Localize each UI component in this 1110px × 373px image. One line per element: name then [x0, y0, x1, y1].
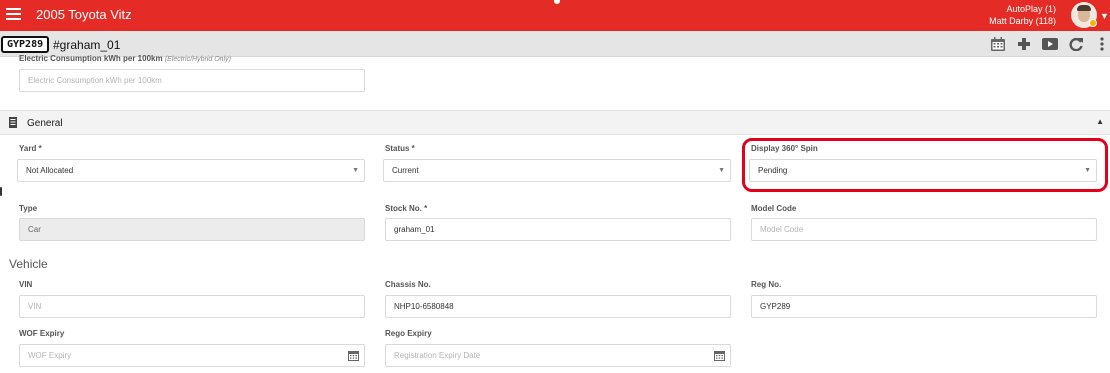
- rego-expiry-label: Rego Expiry: [385, 329, 432, 338]
- plate-badge: GYP289: [1, 36, 50, 53]
- chassis-label: Chassis No.: [385, 280, 431, 289]
- electric-consumption-hint: (Electric/Hybrid Only): [164, 56, 231, 63]
- stock-no-input[interactable]: graham_01: [385, 218, 731, 241]
- rego-expiry-placeholder: Registration Expiry Date: [394, 351, 481, 360]
- vin-label: VIN: [19, 280, 33, 289]
- edge-marker: [0, 187, 2, 196]
- model-code-label: Model Code: [751, 204, 797, 213]
- top-indicator: [554, 0, 560, 4]
- wof-expiry-input[interactable]: WOF Expiry: [19, 344, 365, 367]
- top-bar: 2005 Toyota Vitz AutoPlay (1) Matt Darby…: [0, 0, 1110, 31]
- electric-consumption-input[interactable]: Electric Consumption kWh per 100km: [19, 69, 365, 92]
- chevron-down-icon: ▼: [352, 167, 359, 174]
- yard-select[interactable]: Not Allocated ▼: [17, 159, 365, 182]
- stock-no-label: Stock No. *: [385, 204, 428, 213]
- vin-input[interactable]: VIN: [19, 295, 365, 318]
- reg-label: Reg No.: [751, 280, 782, 289]
- electric-consumption-label-text: Electric Consumption kWh per 100km: [19, 54, 163, 63]
- refresh-icon[interactable]: [1068, 37, 1084, 51]
- stock-id: #graham_01: [53, 38, 121, 52]
- more-vertical-icon[interactable]: [1097, 37, 1107, 51]
- user-name[interactable]: Matt Darby (118): [989, 15, 1056, 27]
- model-code-input[interactable]: Model Code: [751, 218, 1097, 241]
- electric-consumption-label: Electric Consumption kWh per 100km (Elec…: [19, 54, 231, 63]
- reg-input[interactable]: GYP289: [751, 295, 1097, 318]
- calendar-icon[interactable]: [714, 350, 725, 361]
- section-header-general[interactable]: General ▲: [0, 110, 1110, 135]
- play-icon[interactable]: [1042, 37, 1058, 51]
- type-field: Car: [19, 218, 365, 241]
- calendar-icon[interactable]: [990, 37, 1006, 51]
- autoplay-label[interactable]: AutoPlay (1): [989, 3, 1056, 15]
- chevron-up-icon[interactable]: ▲: [1096, 117, 1104, 126]
- status-select[interactable]: Current ▼: [383, 159, 731, 182]
- user-info[interactable]: AutoPlay (1) Matt Darby (118): [989, 3, 1056, 27]
- status-dot: [1089, 19, 1097, 27]
- wof-expiry-label: WOF Expiry: [19, 329, 65, 338]
- section-title: General: [27, 118, 63, 129]
- plus-icon[interactable]: [1016, 37, 1032, 51]
- document-icon: [9, 117, 17, 128]
- status-label: Status *: [385, 144, 415, 153]
- hamburger-icon[interactable]: [6, 8, 21, 21]
- vehicle-heading: Vehicle: [9, 257, 48, 271]
- page-title: 2005 Toyota Vitz: [36, 7, 132, 22]
- calendar-icon[interactable]: [348, 350, 359, 361]
- highlight-annotation: [742, 138, 1108, 192]
- type-label: Type: [19, 204, 38, 213]
- rego-expiry-input[interactable]: Registration Expiry Date: [385, 344, 731, 367]
- status-value: Current: [392, 166, 419, 175]
- chevron-down-icon: ▼: [718, 167, 725, 174]
- avatar-hair: [1077, 5, 1091, 11]
- yard-value: Not Allocated: [26, 166, 74, 175]
- chassis-input[interactable]: NHP10-6580848: [385, 295, 731, 318]
- yard-label: Yard *: [19, 144, 42, 153]
- wof-expiry-placeholder: WOF Expiry: [28, 351, 72, 360]
- chevron-down-icon[interactable]: ▼: [1100, 11, 1109, 21]
